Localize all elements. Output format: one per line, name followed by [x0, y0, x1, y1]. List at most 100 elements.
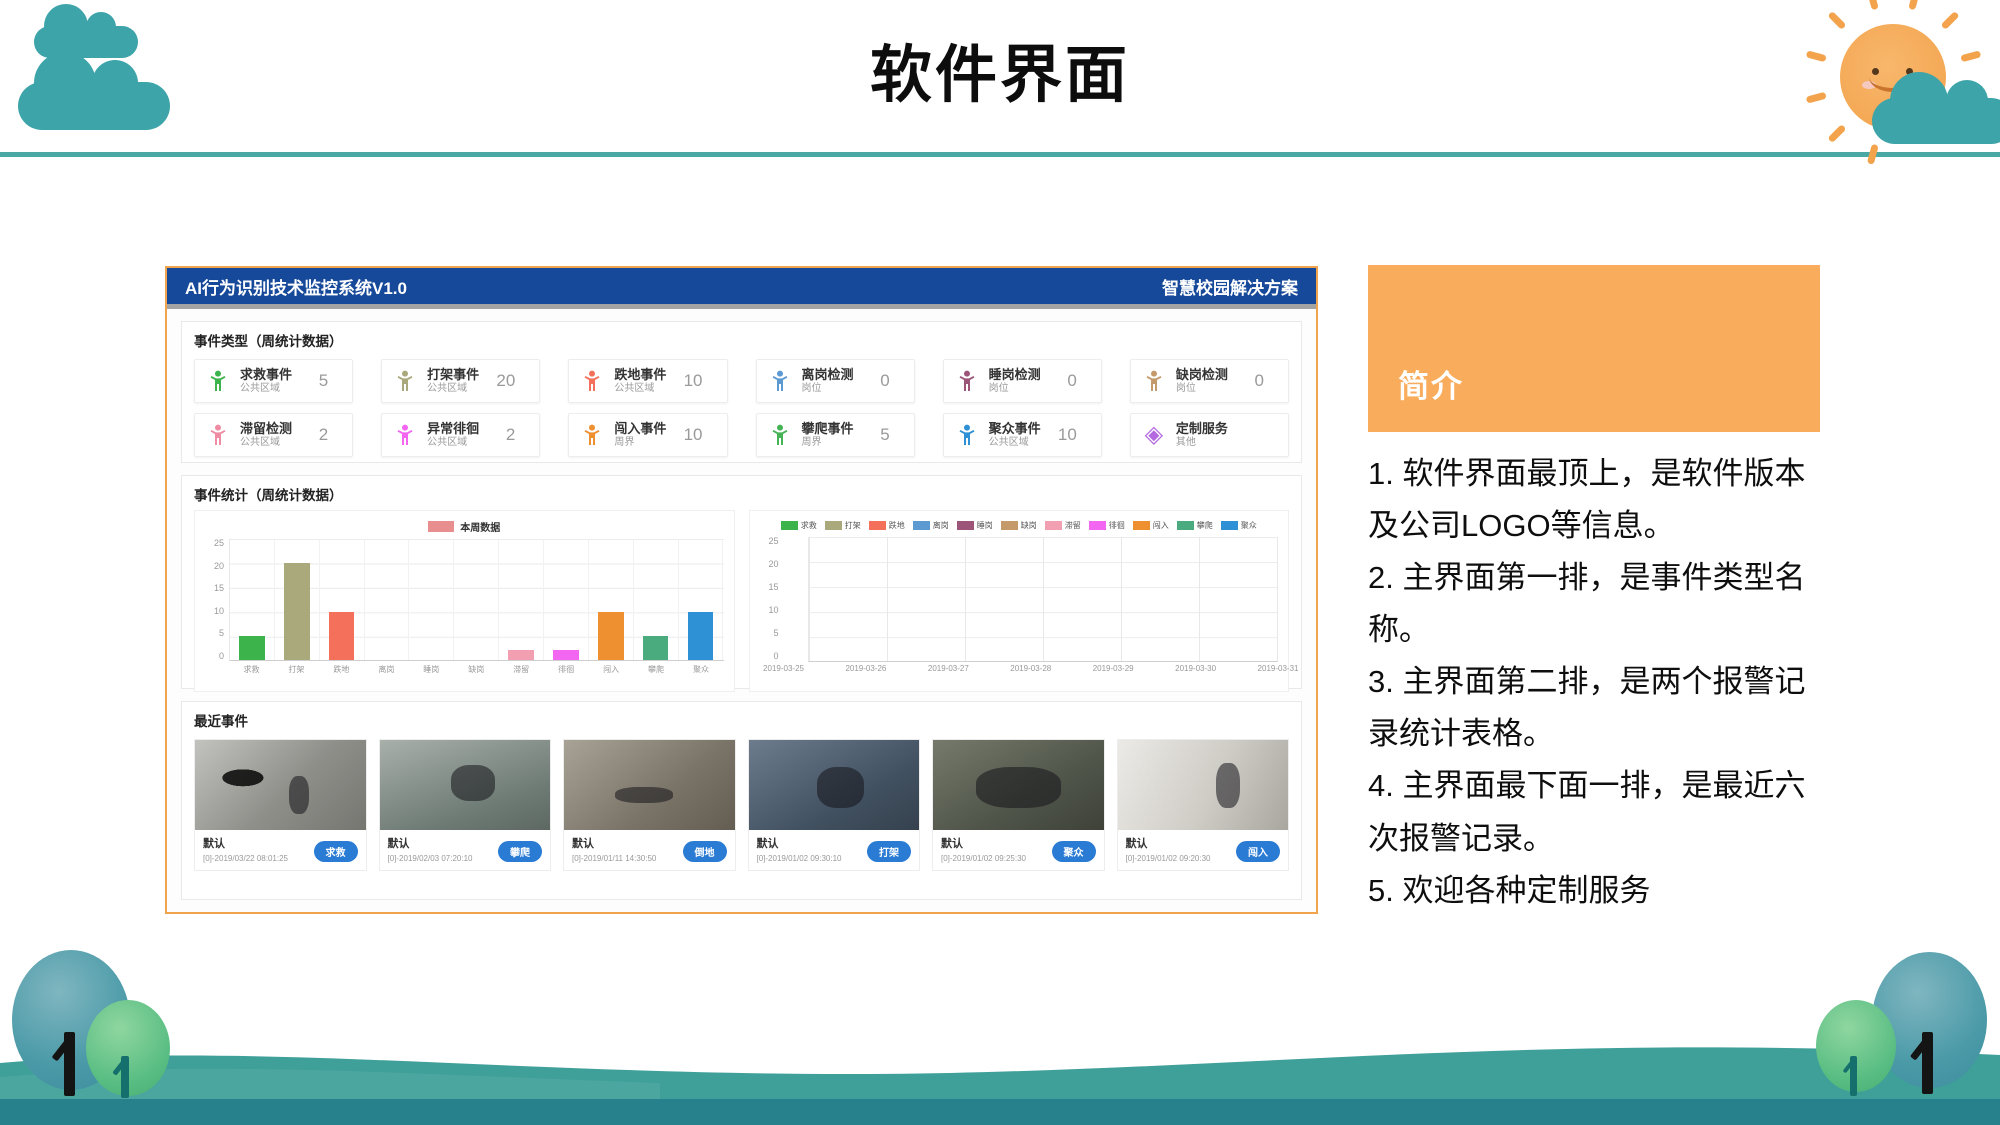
event-thumbnail[interactable]: 默认 [0]-2019/01/02 09:30:10 打架 — [748, 739, 921, 871]
street-with-cars-snapshot — [195, 740, 366, 830]
event-type-badge: 攀爬 — [498, 841, 542, 862]
event-type-area: 公共区域 — [427, 437, 479, 449]
event-types-panel: 事件类型（周统计数据） 求救事件 公共区域 — [181, 321, 1302, 463]
event-type-card[interactable]: 离岗检测 岗位 0 — [756, 359, 915, 403]
tree-trunk — [1922, 1032, 1933, 1094]
sun-ray — [1867, 0, 1879, 10]
x-tick-label: 聚众 — [679, 664, 724, 675]
intro-item: 2. 主界面第一排，是事件类型名称。 — [1368, 552, 1820, 656]
event-thumbnail[interactable]: 默认 [0]-2019/01/02 09:25:30 聚众 — [932, 739, 1105, 871]
charts-row: 本周数据 2520151050 — [194, 510, 1289, 692]
event-type-card[interactable]: 闯入事件 周界 10 — [568, 413, 727, 457]
bar — [643, 636, 668, 660]
event-type-card[interactable]: 滞留检测 公共区域 2 — [194, 413, 353, 457]
event-type-count: 10 — [1058, 425, 1077, 445]
intro-list: 1. 软件界面最顶上，是软件版本及公司LOGO等信息。2. 主界面第一排，是事件… — [1368, 448, 1820, 917]
date-tick-label: 2019-03-25 — [763, 664, 804, 673]
y-tick-label: 5 — [773, 629, 778, 638]
legend-entry: 滞留 — [1045, 520, 1081, 531]
app-subtitle: 智慧校园解决方案 — [1162, 274, 1298, 299]
event-type-count: 0 — [880, 371, 889, 391]
bar — [598, 612, 623, 660]
legend-label: 本周数据 — [460, 519, 500, 534]
event-type-card[interactable]: 求救事件 公共区域 5 — [194, 359, 353, 403]
legend-swatch — [1089, 521, 1106, 530]
header-divider — [0, 152, 2000, 157]
legend-entry: 闯入 — [1133, 520, 1169, 531]
event-type-badge: 闯入 — [1236, 841, 1280, 862]
bar-chart-legend: 本周数据 — [205, 517, 724, 535]
sun-ray — [1908, 0, 1920, 10]
x-tick-label: 滞留 — [499, 664, 544, 675]
x-tick-label: 睡岗 — [409, 664, 454, 675]
empty-desk-icon — [1141, 368, 1167, 394]
recent-event-thumbnails: 默认 [0]-2019/03/22 08:01:25 求救 默认 [0]-201… — [194, 739, 1289, 871]
bar-column — [679, 539, 724, 660]
event-type-count: 10 — [684, 425, 703, 445]
y-tick-label: 15 — [214, 584, 224, 593]
recent-events-panel: 最近事件 默认 [0]-2019/03/22 08:01:25 求救 — [181, 701, 1302, 900]
two-people-fighting-icon — [392, 368, 418, 394]
x-tick-label: 缺岗 — [454, 664, 499, 675]
x-axis-labels: 求救打架跌地离岗睡岗缺岗滞留徘徊闯入攀爬聚众 — [229, 664, 724, 675]
bar-column — [634, 539, 679, 660]
event-type-name: 离岗检测 — [802, 367, 854, 383]
page-title: 软件界面 — [0, 24, 2000, 114]
date-tick-label: 2019-03-29 — [1093, 664, 1134, 673]
event-type-name: 滞留检测 — [240, 421, 292, 437]
x-tick-label: 求救 — [229, 664, 274, 675]
event-type-card[interactable]: 攀爬事件 周界 5 — [756, 413, 915, 457]
y-tick-label: 20 — [768, 560, 778, 569]
event-type-name: 攀爬事件 — [802, 421, 854, 437]
group-of-people-icon — [954, 422, 980, 448]
line-plot-area — [808, 537, 1279, 662]
diamond-icon: ◈ — [1141, 422, 1167, 448]
y-tick-label: 0 — [219, 652, 224, 661]
event-type-card[interactable]: 缺岗检测 岗位 0 — [1130, 359, 1289, 403]
bar — [553, 650, 578, 660]
intro-item: 1. 软件界面最顶上，是软件版本及公司LOGO等信息。 — [1368, 448, 1820, 552]
event-type-area: 周界 — [802, 437, 854, 449]
y-tick-label: 15 — [768, 583, 778, 592]
intro-item: 4. 主界面最下面一排，是最近六次报警记录。 — [1368, 760, 1820, 864]
person-intruding-door-icon — [579, 422, 605, 448]
date-tick-label: 2019-03-30 — [1175, 664, 1216, 673]
legend-label: 攀爬 — [1197, 520, 1213, 531]
event-type-area: 公共区域 — [427, 383, 479, 395]
legend-entry: 求救 — [781, 520, 817, 531]
event-type-card[interactable]: 异常徘徊 公共区域 2 — [381, 413, 540, 457]
x-tick-label: 跌地 — [319, 664, 364, 675]
bar-column — [454, 539, 499, 660]
bar-column — [589, 539, 634, 660]
event-thumbnail[interactable]: 默认 [0]-2019/01/11 14:30:50 倒地 — [563, 739, 736, 871]
legend-label: 睡岗 — [977, 520, 993, 531]
legend-label: 求救 — [801, 520, 817, 531]
event-type-area: 岗位 — [802, 383, 854, 395]
legend-label: 聚众 — [1241, 520, 1257, 531]
event-thumbnail[interactable]: 默认 [0]-2019/03/22 08:01:25 求救 — [194, 739, 367, 871]
event-type-card[interactable]: ◈ 定制服务 其他 — [1130, 413, 1289, 457]
event-thumbnail[interactable]: 默认 [0]-2019/01/02 09:20:30 闯入 — [1117, 739, 1290, 871]
person-sleeping-at-desk-icon — [954, 368, 980, 394]
event-type-card[interactable]: 跌地事件 公共区域 10 — [568, 359, 727, 403]
hills-decoration — [0, 1025, 2000, 1125]
event-type-name: 求救事件 — [240, 367, 292, 383]
event-type-badge: 聚众 — [1052, 841, 1096, 862]
event-type-name: 闯入事件 — [614, 421, 666, 437]
date-tick-label: 2019-03-27 — [928, 664, 969, 673]
event-type-card[interactable]: 聚众事件 公共区域 10 — [943, 413, 1102, 457]
event-type-area: 公共区域 — [240, 437, 292, 449]
bar — [688, 612, 713, 660]
event-type-name: 打架事件 — [427, 367, 479, 383]
intro-item: 5. 欢迎各种定制服务 — [1368, 865, 1820, 917]
bar-column — [409, 539, 454, 660]
legend-swatch — [869, 521, 886, 530]
person-leaving-desk-icon — [767, 368, 793, 394]
y-tick-label: 25 — [768, 537, 778, 546]
event-type-count: 10 — [684, 371, 703, 391]
event-thumbnail[interactable]: 默认 [0]-2019/02/03 07:20:10 攀爬 — [379, 739, 552, 871]
event-type-card[interactable]: 打架事件 公共区域 20 — [381, 359, 540, 403]
y-tick-label: 20 — [214, 562, 224, 571]
event-type-card[interactable]: 睡岗检测 岗位 0 — [943, 359, 1102, 403]
date-tick-label: 2019-03-26 — [845, 664, 886, 673]
